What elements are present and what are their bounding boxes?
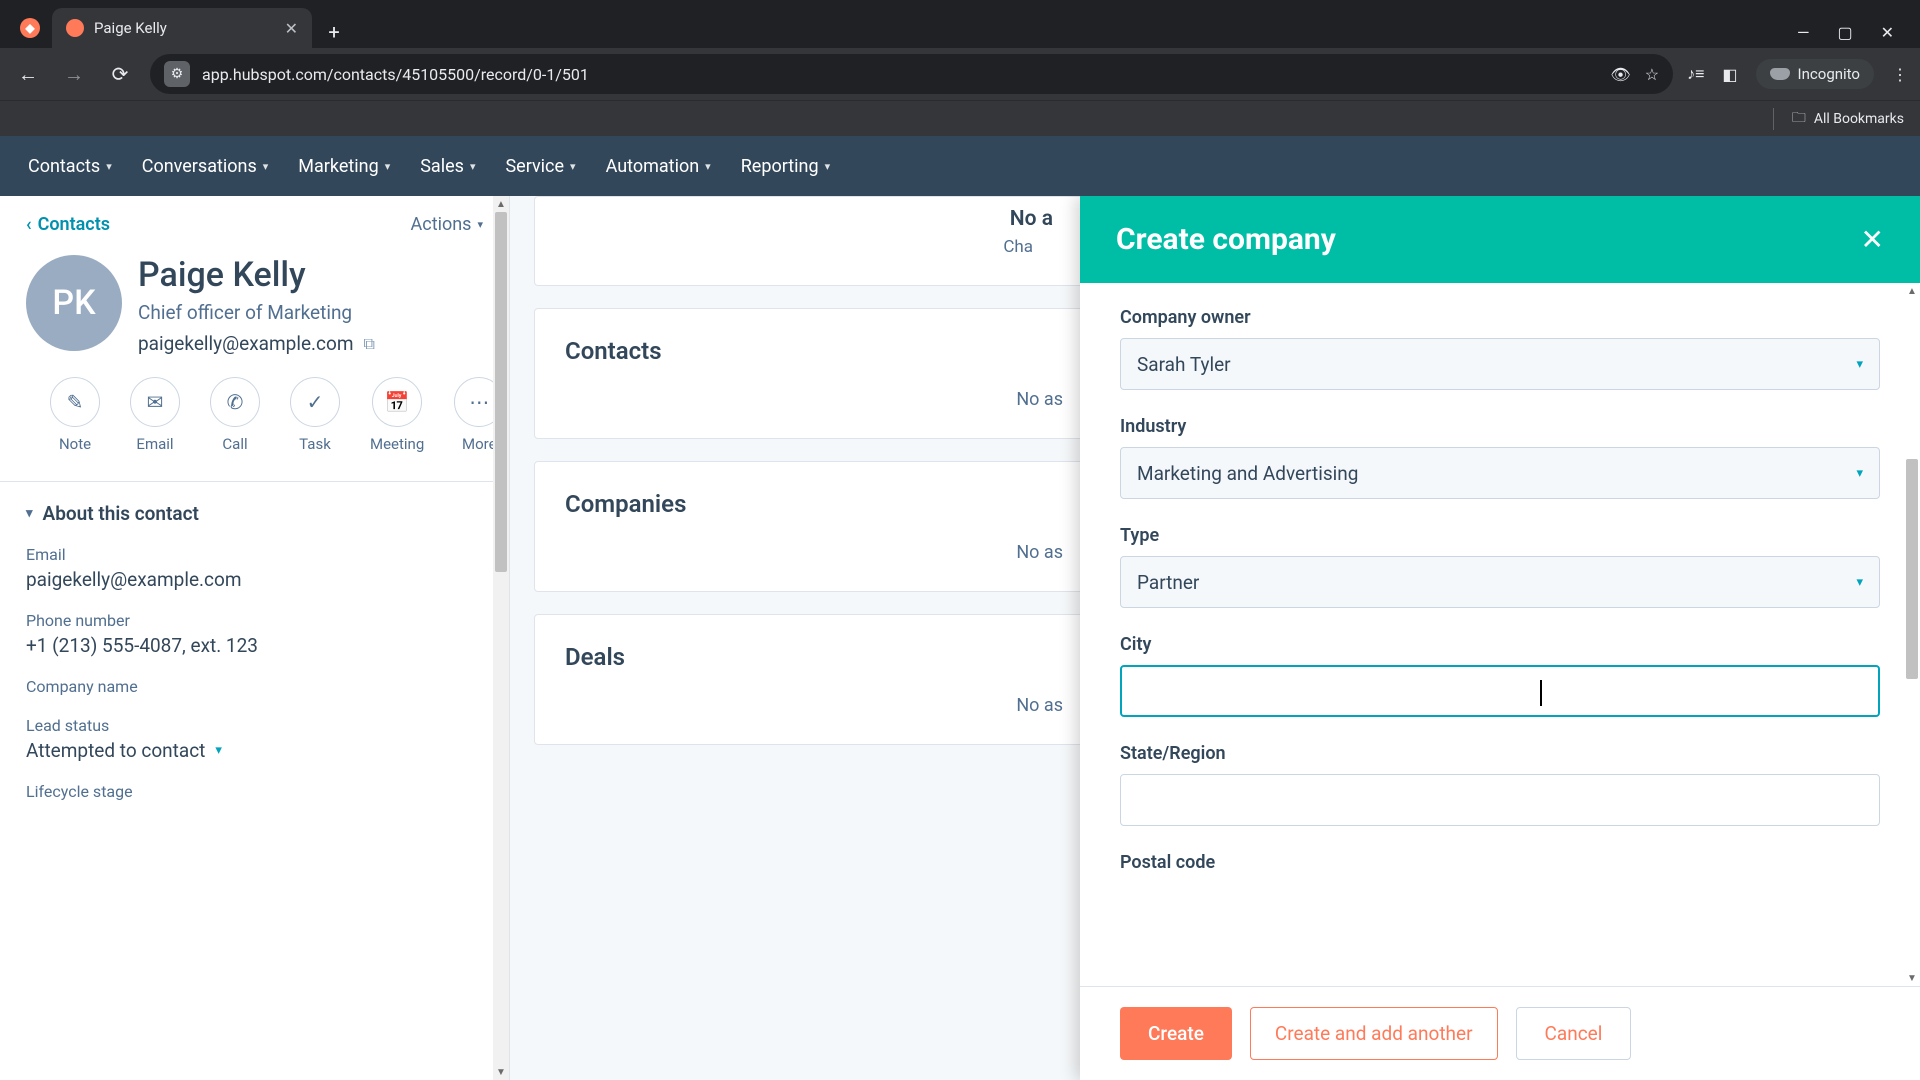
note-button[interactable]: ✎ <box>50 377 100 427</box>
nav-contacts[interactable]: Contacts▾ <box>28 156 112 177</box>
contact-name: Paige Kelly <box>138 255 375 295</box>
side-panel-icon[interactable]: ◧ <box>1722 65 1737 84</box>
sidebar-scrollbar[interactable]: ▲ ▼ <box>493 196 509 1080</box>
nav-sales[interactable]: Sales▾ <box>420 156 475 177</box>
scroll-up-icon[interactable]: ▲ <box>493 196 509 212</box>
close-window-icon[interactable]: ✕ <box>1881 23 1894 42</box>
panel-scrollbar[interactable]: ▲ ▼ <box>1904 283 1920 986</box>
hubspot-nav: Contacts▾ Conversations▾ Marketing▾ Sale… <box>0 136 1920 196</box>
company-label: Company name <box>26 677 483 696</box>
nav-service[interactable]: Service▾ <box>505 156 575 177</box>
card-companies: Companies No as <box>534 461 1094 592</box>
new-tab-button[interactable]: + <box>318 16 350 48</box>
state-label: State/Region <box>1120 743 1880 764</box>
contact-sidebar: ‹ Contacts Actions▾ PK Paige Kelly Chief… <box>0 196 510 1080</box>
incognito-chip[interactable]: Incognito <box>1756 59 1874 89</box>
email-button[interactable]: ✉ <box>130 377 180 427</box>
site-info-icon[interactable]: ⚙ <box>164 61 190 87</box>
city-label: City <box>1120 634 1880 655</box>
back-to-contacts-link[interactable]: ‹ Contacts <box>26 214 110 235</box>
lifecycle-label: Lifecycle stage <box>26 782 483 801</box>
card-contacts: Contacts No as <box>534 308 1094 439</box>
chevron-down-icon: ▾ <box>1856 357 1863 372</box>
email-value[interactable]: paigekelly@example.com <box>26 568 483 591</box>
browser-menu-icon[interactable]: ⋮ <box>1892 65 1908 84</box>
nav-marketing[interactable]: Marketing▾ <box>298 156 390 177</box>
media-control-icon[interactable]: ♪≡ <box>1687 64 1704 84</box>
lead-status-label: Lead status <box>26 716 483 735</box>
type-select[interactable]: Partner▾ <box>1120 556 1880 608</box>
copy-icon[interactable]: ⧉ <box>364 334 375 354</box>
browser-tab-strip: ◆ Paige Kelly ✕ + — ▢ ✕ <box>0 0 1920 48</box>
card-activity: No a Cha <box>534 196 1094 286</box>
minimize-icon[interactable]: — <box>1797 23 1810 42</box>
incognito-icon <box>1770 68 1790 80</box>
browser-tab[interactable]: Paige Kelly ✕ <box>52 8 312 48</box>
forward-button[interactable]: → <box>58 58 90 90</box>
about-contact-toggle[interactable]: ▾ About this contact <box>26 502 483 525</box>
contact-email: paigekelly@example.com <box>138 332 354 355</box>
tab-title: Paige Kelly <box>94 19 167 37</box>
eye-off-icon[interactable]: 👁 <box>1610 65 1630 84</box>
chevron-down-icon: ▾ <box>1856 466 1863 481</box>
call-button[interactable]: ✆ <box>210 377 260 427</box>
contact-action-row: ✎Note ✉Email ✆Call ✓Task 📅Meeting ⋯More <box>50 377 483 453</box>
industry-select[interactable]: Marketing and Advertising▾ <box>1120 447 1880 499</box>
bookmark-star-icon[interactable]: ☆ <box>1645 65 1659 84</box>
url-text: app.hubspot.com/contacts/45105500/record… <box>202 65 589 84</box>
chevron-left-icon: ‹ <box>26 214 32 235</box>
panel-body: Company owner Sarah Tyler▾ Industry Mark… <box>1080 283 1920 986</box>
meeting-button[interactable]: 📅 <box>372 377 422 427</box>
close-icon[interactable]: ✕ <box>1861 223 1884 256</box>
window-controls: — ▢ ✕ <box>1797 23 1912 48</box>
nav-reporting[interactable]: Reporting▾ <box>741 156 830 177</box>
scroll-up-icon[interactable]: ▲ <box>1904 283 1920 299</box>
create-company-panel: Create company ✕ Company owner Sarah Tyl… <box>1080 196 1920 1080</box>
postal-label: Postal code <box>1120 852 1880 873</box>
scroll-down-icon[interactable]: ▼ <box>1904 970 1920 986</box>
state-input[interactable] <box>1120 774 1880 826</box>
panel-header: Create company ✕ <box>1080 196 1920 283</box>
city-input[interactable] <box>1120 665 1880 717</box>
nav-conversations[interactable]: Conversations▾ <box>142 156 269 177</box>
industry-label: Industry <box>1120 416 1880 437</box>
create-button[interactable]: Create <box>1120 1007 1232 1060</box>
actions-dropdown[interactable]: Actions▾ <box>411 214 483 235</box>
phone-value[interactable]: +1 (213) 555-4087, ext. 123 <box>26 634 483 657</box>
card-deals: Deals No as <box>534 614 1094 745</box>
hubspot-favicon <box>66 19 84 37</box>
company-owner-label: Company owner <box>1120 307 1880 328</box>
create-and-add-another-button[interactable]: Create and add another <box>1250 1007 1498 1060</box>
nav-automation[interactable]: Automation▾ <box>606 156 711 177</box>
type-label: Type <box>1120 525 1880 546</box>
task-button[interactable]: ✓ <box>290 377 340 427</box>
reload-button[interactable]: ⟳ <box>104 58 136 90</box>
contact-job-title: Chief officer of Marketing <box>138 301 375 324</box>
folder-icon: 🗀 <box>1792 107 1806 131</box>
lead-status-dropdown[interactable]: Attempted to contact▾ <box>26 739 483 762</box>
panel-title: Create company <box>1116 222 1336 257</box>
chevron-down-icon: ▾ <box>26 506 33 521</box>
cancel-button[interactable]: Cancel <box>1516 1007 1632 1060</box>
back-button[interactable]: ← <box>12 58 44 90</box>
phone-label: Phone number <box>26 611 483 630</box>
chevron-down-icon: ▾ <box>1856 575 1863 590</box>
all-bookmarks-link[interactable]: All Bookmarks <box>1814 111 1904 127</box>
maximize-icon[interactable]: ▢ <box>1837 23 1852 42</box>
email-label: Email <box>26 545 483 564</box>
incognito-label: Incognito <box>1798 65 1860 83</box>
scroll-down-icon[interactable]: ▼ <box>493 1064 509 1080</box>
address-bar: ← → ⟳ ⚙ app.hubspot.com/contacts/4510550… <box>0 48 1920 100</box>
panel-footer: Create Create and add another Cancel <box>1080 986 1920 1080</box>
tab-search-icon[interactable]: ◆ <box>8 8 52 48</box>
company-owner-select[interactable]: Sarah Tyler▾ <box>1120 338 1880 390</box>
bookmarks-bar: 🗀 All Bookmarks <box>0 100 1920 136</box>
close-tab-icon[interactable]: ✕ <box>285 19 298 38</box>
url-box[interactable]: ⚙ app.hubspot.com/contacts/45105500/reco… <box>150 54 1673 94</box>
avatar: PK <box>26 255 122 351</box>
